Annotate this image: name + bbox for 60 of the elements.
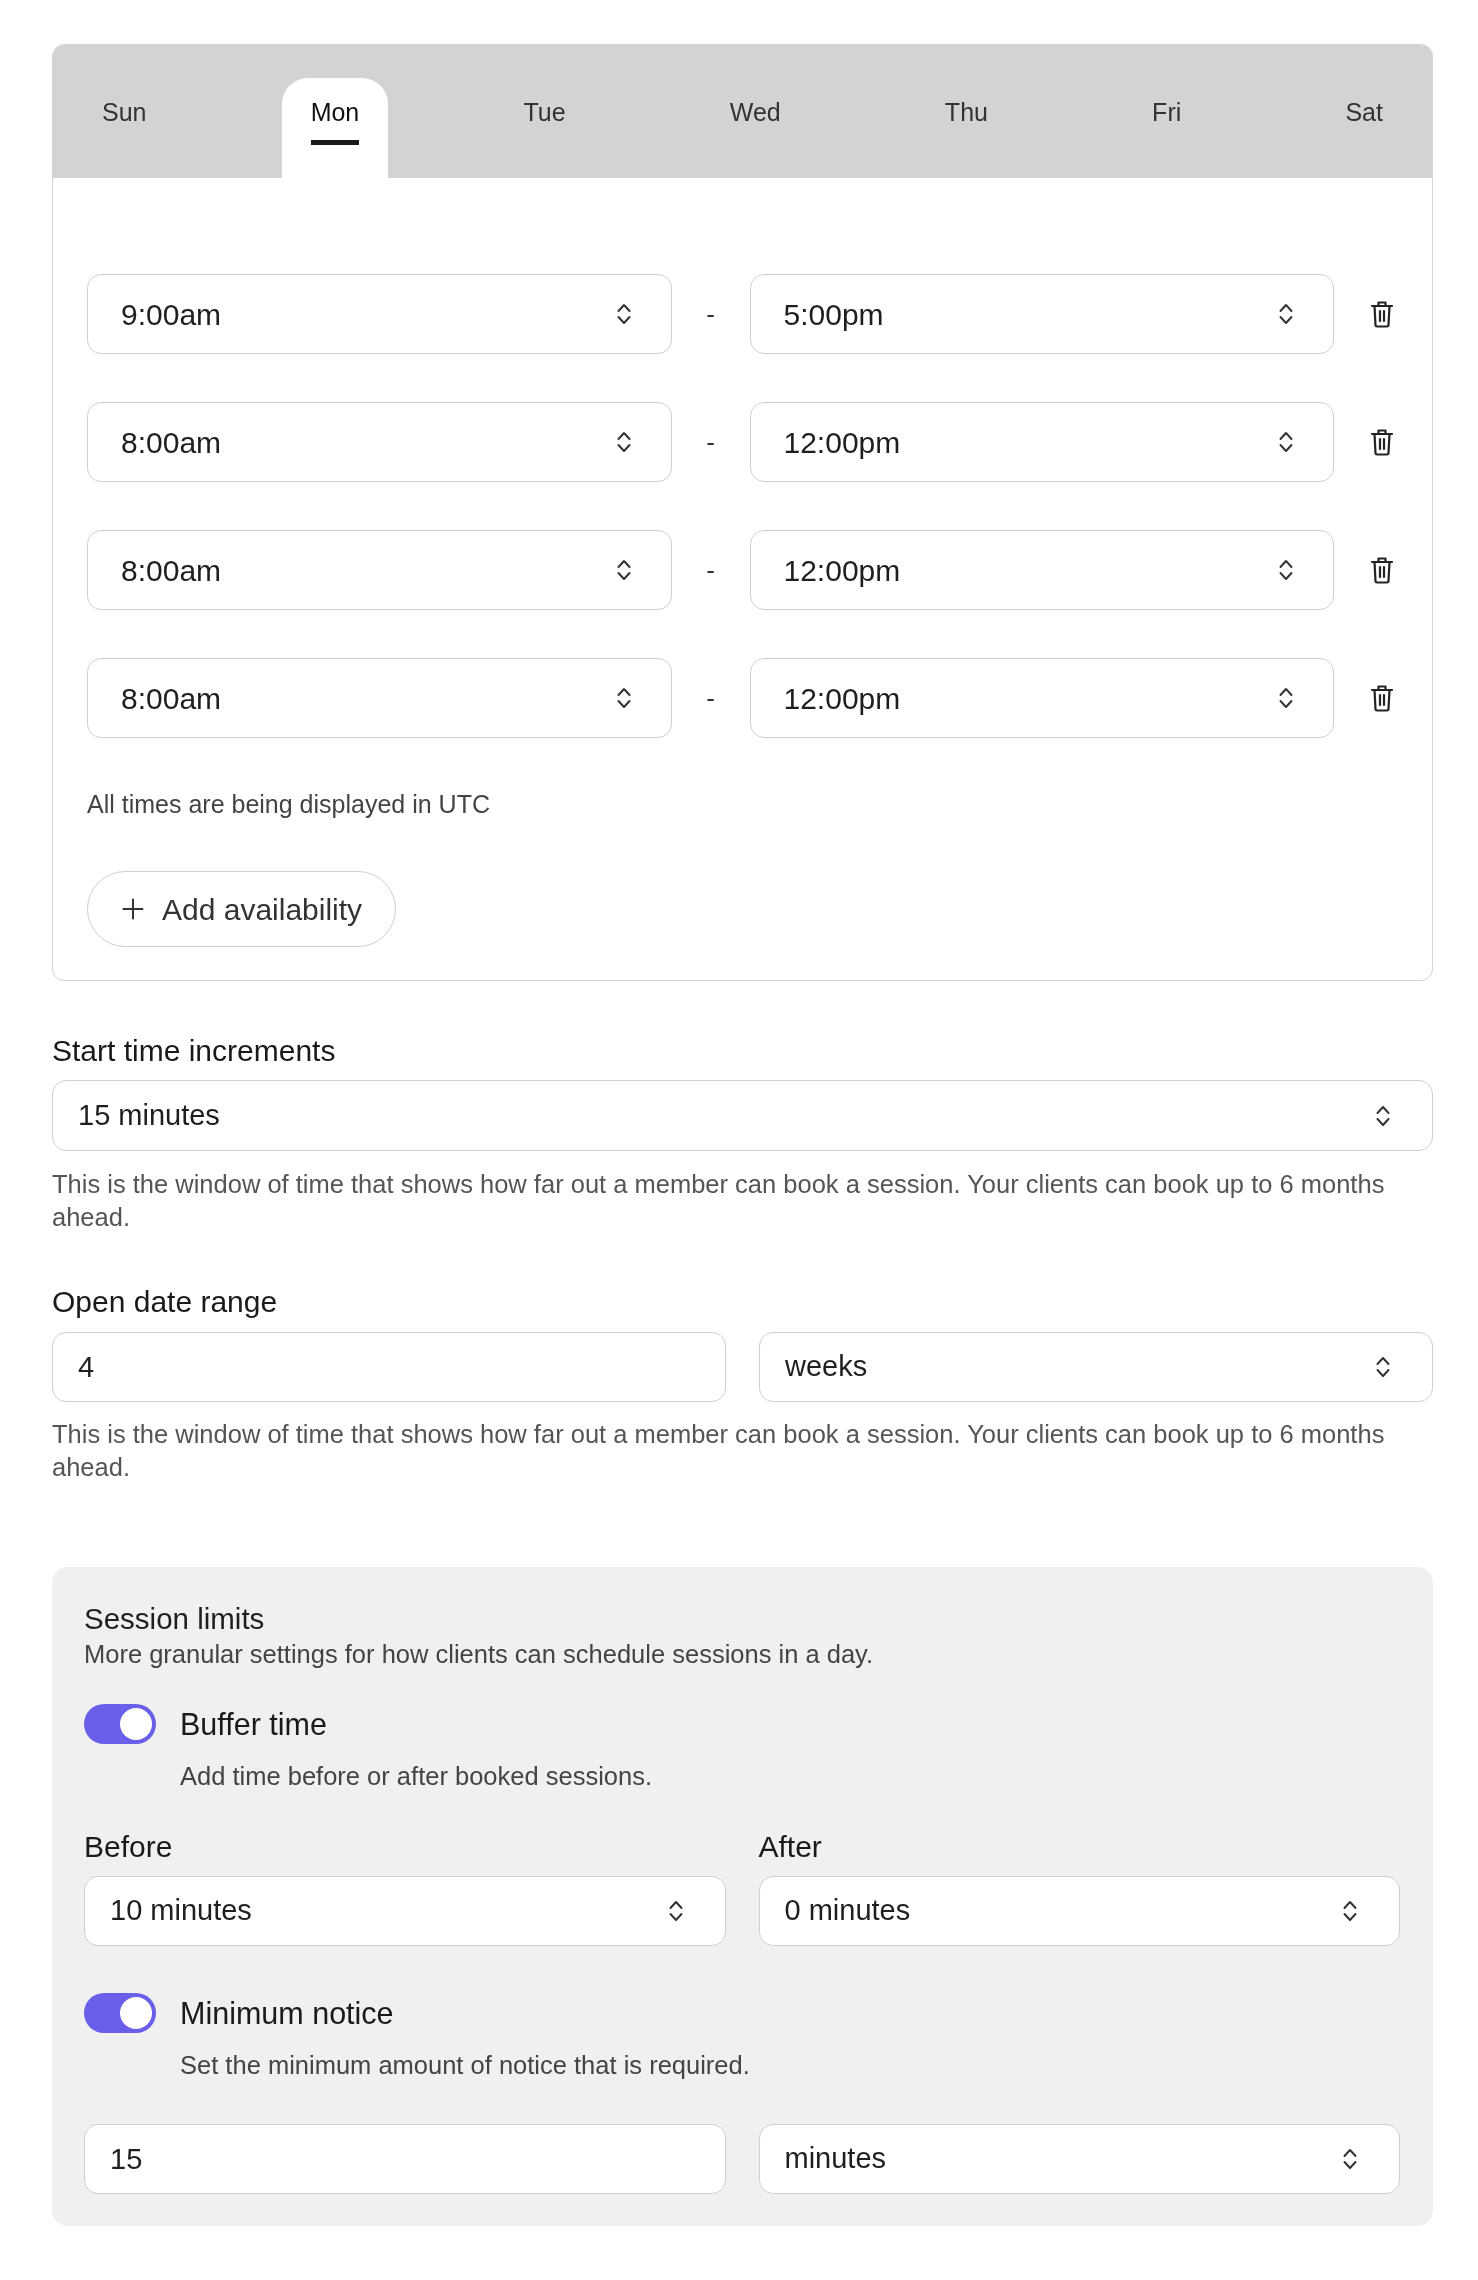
- trash-icon[interactable]: [1370, 556, 1394, 584]
- help-text: This is the window of time that shows how far out a member can book a session. Your clients can book up to 6 months ahead.: [52, 1419, 1386, 1483]
- up-down-chevron-icon: [616, 559, 631, 581]
- field-label: Open date range: [52, 1285, 279, 1319]
- field-label: Before: [84, 1830, 174, 1864]
- increment-select[interactable]: 15 minutes: [52, 1080, 1433, 1151]
- day-tab[interactable]: Wed: [700, 78, 810, 178]
- start-time-select[interactable]: 9:00am: [87, 274, 672, 354]
- duration-select[interactable]: 0 minutes: [758, 1876, 1400, 1946]
- field-label: After: [758, 1830, 823, 1864]
- up-down-chevron-icon: [668, 1900, 683, 1922]
- range-separator: -: [705, 297, 716, 331]
- toggle-description: Add time before or after booked sessions.: [180, 1762, 653, 1790]
- unit-select[interactable]: minutes: [758, 2124, 1400, 2194]
- toggle-label: Buffer time: [180, 1706, 327, 1743]
- trash-icon[interactable]: [1370, 428, 1394, 456]
- end-time-select[interactable]: 12:00pm: [749, 530, 1334, 610]
- up-down-chevron-icon: [1279, 431, 1293, 453]
- toggle-switch[interactable]: [84, 1993, 156, 2033]
- start-time-select[interactable]: 8:00am: [87, 658, 672, 738]
- unit-select[interactable]: weeks: [759, 1332, 1433, 1402]
- toggle-switch[interactable]: [84, 1704, 156, 1744]
- plus-icon: [122, 898, 144, 920]
- trash-icon[interactable]: [1370, 300, 1394, 328]
- range-separator: -: [705, 553, 716, 587]
- timezone-note: All times are being displayed in UTC: [87, 790, 491, 818]
- up-down-chevron-icon: [1279, 559, 1293, 581]
- toggle-label: Minimum notice: [180, 1995, 394, 2032]
- day-tab[interactable]: Fri: [1123, 78, 1211, 178]
- day-tab[interactable]: Sat: [1316, 78, 1412, 178]
- section-title: Session limits: [84, 1602, 266, 1636]
- up-down-chevron-icon: [616, 687, 631, 709]
- day-tab[interactable]: Mon: [281, 78, 389, 178]
- up-down-chevron-icon: [616, 303, 631, 325]
- up-down-chevron-icon: [1343, 2148, 1357, 2170]
- end-time-select[interactable]: 12:00pm: [749, 658, 1334, 738]
- trash-icon[interactable]: [1370, 684, 1394, 712]
- up-down-chevron-icon: [1279, 687, 1293, 709]
- end-time-select[interactable]: 5:00pm: [749, 274, 1334, 354]
- up-down-chevron-icon: [1343, 1900, 1357, 1922]
- field-label: Start time increments: [52, 1034, 337, 1068]
- range-separator: -: [705, 681, 716, 715]
- amount-input[interactable]: 4: [52, 1332, 726, 1402]
- day-tab[interactable]: Sun: [73, 78, 176, 178]
- section-subtitle: More granular settings for how clients can schedule sessions in a day.: [84, 1640, 875, 1668]
- up-down-chevron-icon: [1376, 1104, 1390, 1127]
- toggle-description: Set the minimum amount of notice that is required.: [180, 2051, 751, 2079]
- start-time-select[interactable]: 8:00am: [87, 402, 672, 482]
- start-time-select[interactable]: 8:00am: [87, 530, 672, 610]
- up-down-chevron-icon: [1376, 1356, 1390, 1378]
- range-separator: -: [705, 425, 716, 459]
- end-time-select[interactable]: 12:00pm: [749, 402, 1334, 482]
- up-down-chevron-icon: [616, 431, 631, 453]
- add-availability-button[interactable]: Add availability: [87, 871, 397, 947]
- day-tab[interactable]: Tue: [494, 78, 595, 178]
- amount-input[interactable]: 15: [84, 2124, 726, 2194]
- help-text: This is the window of time that shows how far out a member can book a session. Your clients can book up to 6 months ahead.: [52, 1169, 1386, 1233]
- duration-select[interactable]: 10 minutes: [84, 1876, 726, 1946]
- up-down-chevron-icon: [1279, 303, 1293, 325]
- day-tab[interactable]: Thu: [915, 78, 1017, 178]
